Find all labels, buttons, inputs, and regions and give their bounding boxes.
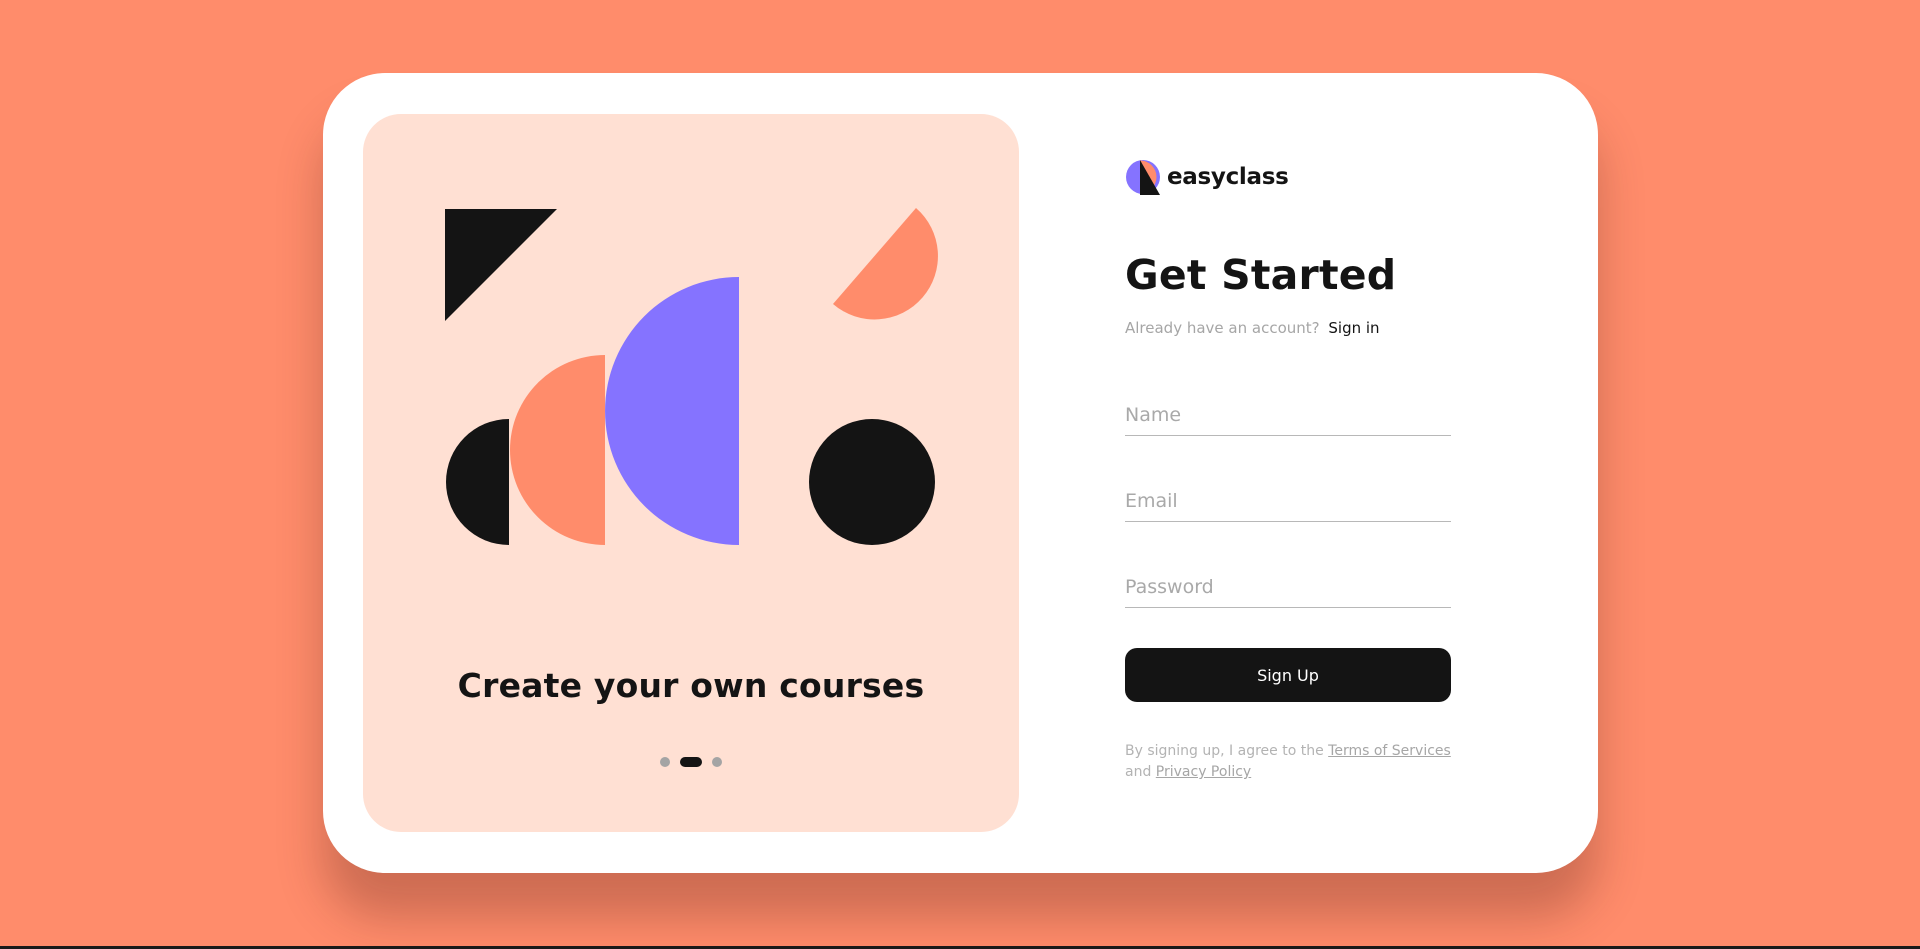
legal-and-text: and: [1125, 764, 1152, 780]
slider-dot[interactable]: [712, 757, 722, 767]
page-title: Get Started: [1125, 251, 1397, 299]
black-half-circle-shape: [446, 419, 509, 545]
coral-half-circle-shape: [510, 355, 605, 545]
coral-quarter-shape: [833, 208, 938, 320]
slide-caption: Create your own courses: [457, 666, 925, 705]
brand-logo[interactable]: easyclass: [1125, 159, 1289, 195]
name-field[interactable]: [1125, 395, 1451, 436]
signup-card: Create your own courses easyclass Get St…: [323, 73, 1598, 873]
email-field[interactable]: [1125, 481, 1451, 522]
password-field[interactable]: [1125, 567, 1451, 608]
purple-half-circle-shape: [605, 277, 739, 545]
slider-dots: [363, 757, 1019, 767]
signup-form-panel: easyclass Get Started Already have an ac…: [1125, 73, 1455, 873]
black-triangle-shape: [445, 209, 557, 321]
easyclass-logo-icon: [1126, 160, 1160, 195]
signup-button[interactable]: Sign Up: [1125, 648, 1451, 702]
signin-prompt-row: Already have an account? Sign in: [1125, 319, 1380, 337]
geometric-illustration: [445, 208, 938, 545]
legal-notice: By signing up, I agree to the Terms of S…: [1125, 741, 1455, 783]
page: Create your own courses easyclass Get St…: [0, 0, 1920, 949]
slider-dot-active[interactable]: [680, 757, 702, 767]
legal-prefix-text: By signing up, I agree to the: [1125, 743, 1324, 759]
black-circle-shape: [809, 419, 935, 545]
privacy-policy-link[interactable]: Privacy Policy: [1156, 764, 1251, 780]
terms-of-services-link[interactable]: Terms of Services: [1328, 743, 1451, 759]
signin-prompt-text: Already have an account?: [1125, 319, 1320, 337]
onboarding-slider: Create your own courses: [363, 114, 1019, 832]
slider-dot[interactable]: [660, 757, 670, 767]
brand-name: easyclass: [1167, 164, 1289, 190]
signin-link[interactable]: Sign in: [1328, 319, 1379, 337]
